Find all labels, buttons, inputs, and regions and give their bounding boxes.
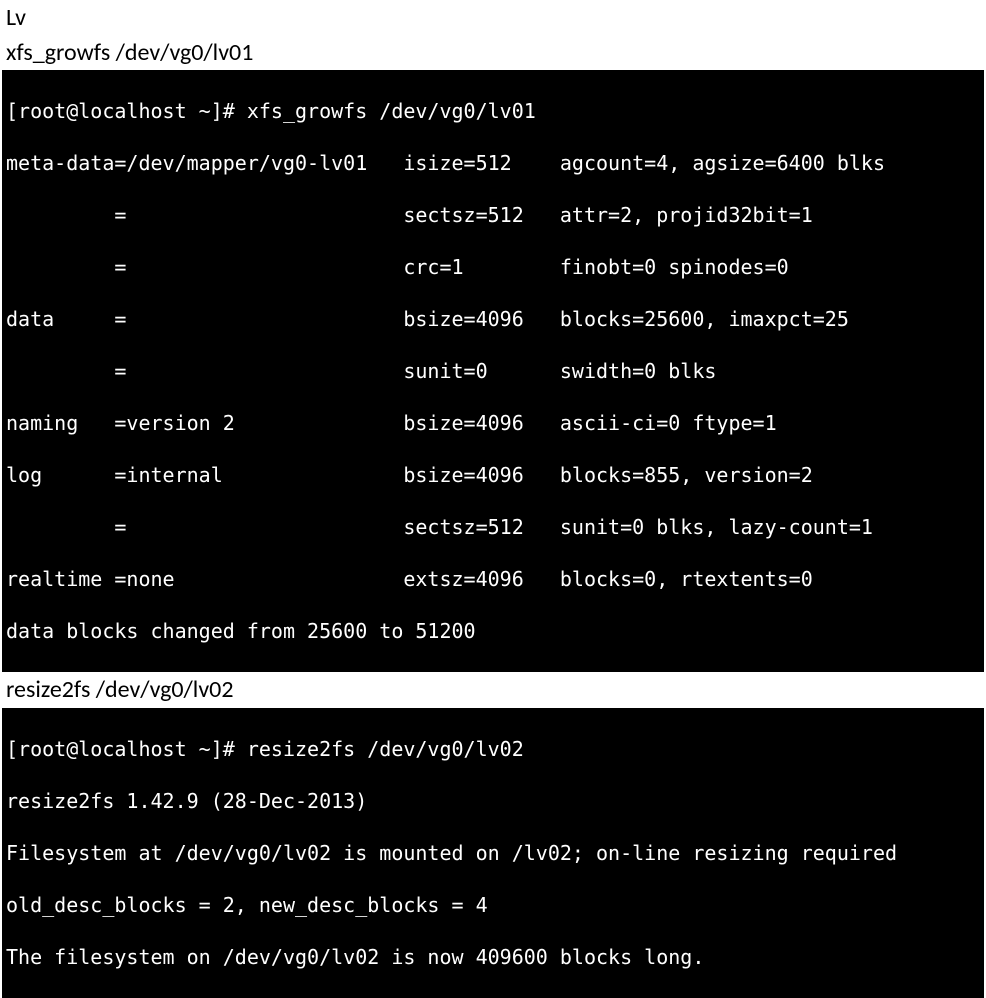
terminal-line: = crc=1 finobt=0 spinodes=0 bbox=[6, 254, 980, 280]
terminal-line: [root@localhost ~]# xfs_growfs /dev/vg0/… bbox=[6, 98, 980, 124]
terminal-line: data blocks changed from 25600 to 51200 bbox=[6, 618, 980, 644]
terminal-line: naming =version 2 bsize=4096 ascii-ci=0 … bbox=[6, 410, 980, 436]
terminal-line: old_desc_blocks = 2, new_desc_blocks = 4 bbox=[6, 892, 980, 918]
terminal-block-1: [root@localhost ~]# xfs_growfs /dev/vg0/… bbox=[2, 70, 984, 672]
terminal-line: = sectsz=512 sunit=0 blks, lazy-count=1 bbox=[6, 514, 980, 540]
heading-lv: Lv bbox=[0, 0, 986, 35]
terminal-line: The filesystem on /dev/vg0/lv02 is now 4… bbox=[6, 944, 980, 970]
terminal-line: log =internal bsize=4096 blocks=855, ver… bbox=[6, 462, 980, 488]
heading-cmd2: resize2fs /dev/vg0/lv02 bbox=[0, 672, 986, 707]
terminal-line: data = bsize=4096 blocks=25600, imaxpct=… bbox=[6, 306, 980, 332]
terminal-line: = sectsz=512 attr=2, projid32bit=1 bbox=[6, 202, 980, 228]
terminal-line: resize2fs 1.42.9 (28-Dec-2013) bbox=[6, 788, 980, 814]
terminal-line: [root@localhost ~]# resize2fs /dev/vg0/l… bbox=[6, 736, 980, 762]
terminal-line: meta-data=/dev/mapper/vg0-lv01 isize=512… bbox=[6, 150, 980, 176]
terminal-line: = sunit=0 swidth=0 blks bbox=[6, 358, 980, 384]
terminal-line: realtime =none extsz=4096 blocks=0, rtex… bbox=[6, 566, 980, 592]
terminal-line: Filesystem at /dev/vg0/lv02 is mounted o… bbox=[6, 840, 980, 866]
terminal-block-2: [root@localhost ~]# resize2fs /dev/vg0/l… bbox=[2, 708, 984, 998]
heading-cmd1: xfs_growfs /dev/vg0/lv01 bbox=[0, 35, 986, 70]
